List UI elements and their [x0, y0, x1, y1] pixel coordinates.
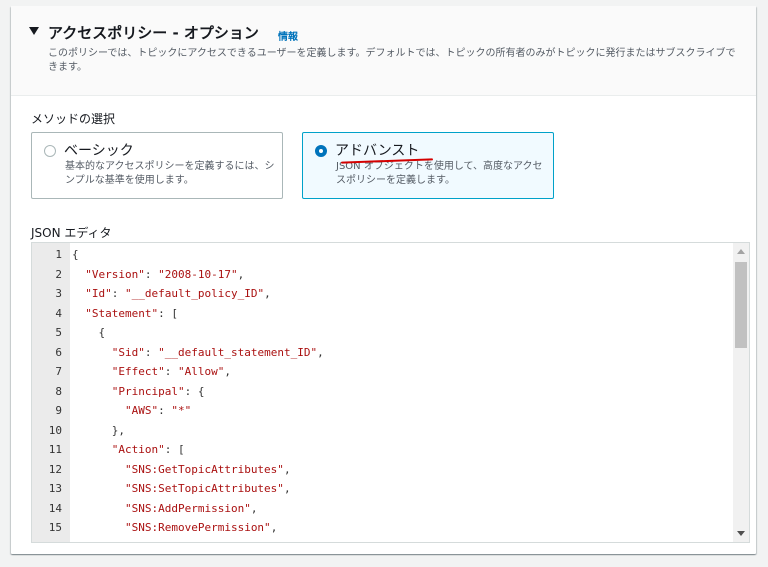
code-line[interactable]: 7 "Effect": "Allow",	[32, 362, 732, 382]
editor-scrollbar[interactable]	[733, 243, 749, 542]
section-header: アクセスポリシー - オプション 情報 このポリシーでは、トピックにアクセスでき…	[11, 6, 756, 96]
method-option-title: ベーシック	[64, 143, 134, 159]
method-option-basic[interactable]: ベーシック 基本的なアクセスポリシーを定義するには、シンプルな基準を使用します。	[31, 132, 283, 199]
method-option-description: JSON オブジェクトを使用して、高度なアクセスポリシーを定義します。	[336, 161, 543, 186]
line-number: 14	[48, 501, 62, 515]
code-text: "Id": "__default_policy_ID",	[85, 287, 271, 300]
code-line[interactable]: 14 "SNS:AddPermission",	[32, 499, 732, 519]
code-line[interactable]: 1{	[32, 245, 732, 265]
code-text: "Statement": [	[85, 306, 178, 320]
code-text: "Sid": "__default_statement_ID",	[111, 345, 324, 359]
code-line[interactable]: 4 "Statement": [	[32, 304, 732, 324]
line-number: 5	[55, 326, 62, 339]
method-option-advanced[interactable]: アドバンスト JSON オブジェクトを使用して、高度なアクセスポリシーを定義しま…	[302, 132, 554, 199]
line-number: 9	[55, 404, 62, 417]
json-editor[interactable]: 1{2 "Version": "2008-10-17", 3 "Id": "__d…	[31, 242, 750, 543]
line-number: 11	[48, 443, 62, 456]
code-text: "SNS:SetTopicAttributes",	[124, 482, 291, 495]
code-line[interactable]: 10 },	[32, 421, 732, 441]
code-text: {	[72, 248, 79, 261]
code-text: "Effect": "Allow",	[111, 365, 231, 378]
scroll-up-arrow-icon[interactable]	[737, 249, 745, 254]
line-number: 15	[48, 521, 62, 534]
code-line[interactable]: 12 "SNS:GetTopicAttributes",	[32, 460, 732, 480]
line-number: 7	[55, 365, 62, 378]
line-number: 2	[55, 267, 62, 281]
scroll-thumb[interactable]	[735, 262, 747, 348]
access-policy-panel: アクセスポリシー - オプション 情報 このポリシーでは、トピックにアクセスでき…	[11, 6, 756, 554]
line-number: 13	[48, 482, 62, 495]
code-line[interactable]: 9 "AWS": "*"	[32, 401, 732, 421]
code-text: },	[72, 423, 125, 437]
code-text: "Version": "2008-10-17",	[85, 267, 245, 281]
method-label: メソッドの選択	[31, 112, 116, 126]
line-number: 4	[55, 306, 62, 320]
line-number: 10	[48, 423, 62, 437]
code-line[interactable]: 5 {	[32, 323, 732, 343]
code-line[interactable]: 6 "Sid": "__default_statement_ID",	[32, 343, 732, 363]
code-text: "Principal": {	[111, 384, 205, 398]
code-line[interactable]: 3 "Id": "__default_policy_ID",	[32, 284, 732, 304]
method-option-description: 基本的なアクセスポリシーを定義するには、シンプルな基準を使用します。	[65, 161, 275, 186]
line-number: 6	[55, 345, 62, 359]
method-option-title: アドバンスト	[335, 143, 420, 159]
json-editor-label: JSON エディタ	[31, 226, 112, 240]
code-line[interactable]: 15 "SNS:RemovePermission",	[32, 518, 732, 538]
code-text: "SNS:RemovePermission",	[124, 521, 278, 534]
code-text: "SNS:GetTopicAttributes",	[124, 462, 291, 476]
section-description: このポリシーでは、トピックにアクセスできるユーザーを定義します。デフォルトでは、…	[48, 48, 736, 73]
radio-basic[interactable]	[44, 145, 56, 157]
line-number: 3	[55, 287, 62, 300]
code-line[interactable]: 2 "Version": "2008-10-17",	[32, 265, 732, 285]
code-text: "Action": [	[111, 443, 185, 456]
section-title[interactable]: アクセスポリシー - オプション	[48, 22, 259, 43]
code-line[interactable]: 8 "Principal": {	[32, 382, 732, 402]
scroll-down-arrow-icon[interactable]	[737, 531, 745, 536]
radio-advanced[interactable]	[315, 145, 327, 157]
code-text: "SNS:AddPermission",	[124, 501, 258, 515]
info-link[interactable]: 情報	[278, 28, 298, 43]
line-number: 8	[55, 384, 62, 398]
caret-down-icon[interactable]	[29, 27, 39, 35]
line-number: 1	[55, 248, 62, 261]
code-line[interactable]: 11 "Action": [	[32, 440, 732, 460]
code-text: "AWS": "*"	[124, 404, 192, 417]
code-line[interactable]: 13 "SNS:SetTopicAttributes",	[32, 479, 732, 499]
line-number: 12	[48, 462, 62, 476]
code-text: {	[72, 326, 106, 339]
